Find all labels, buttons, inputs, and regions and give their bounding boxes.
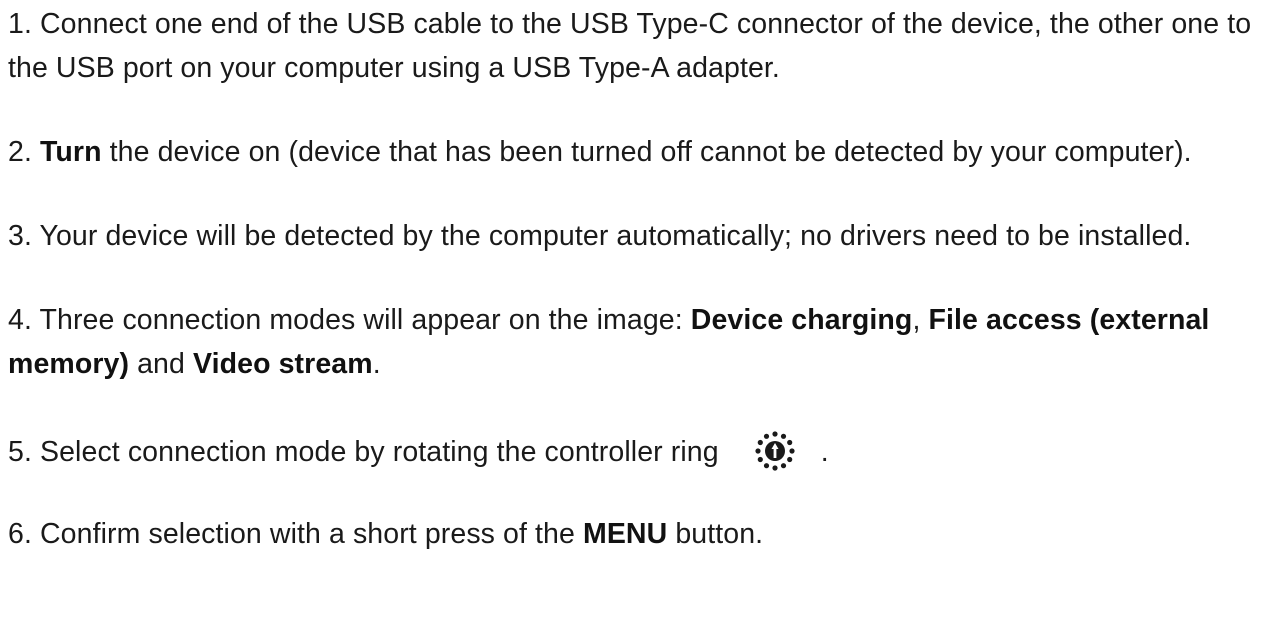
- step-number: 3.: [8, 220, 32, 252]
- separator: ,: [912, 304, 921, 336]
- step-text: Select connection mode by rotating the c…: [40, 436, 719, 468]
- step-text: Confirm selection with a short press of …: [40, 518, 575, 550]
- step-3: 3. Your device will be detected by the c…: [8, 214, 1283, 258]
- separator-and: and: [137, 348, 185, 380]
- step-5: 5. Select connection mode by rotating th…: [8, 430, 1283, 474]
- step-end: .: [820, 436, 829, 468]
- mode-video-stream: Video stream: [193, 348, 373, 380]
- step-bold-text: Turn: [40, 136, 102, 168]
- step-text: Three connection modes will appear on th…: [39, 304, 683, 336]
- step-text: Your device will be detected by the comp…: [39, 220, 1192, 252]
- controller-ring-icon: [747, 430, 803, 474]
- step-number: 4.: [8, 304, 32, 336]
- step-text: the device on (device that has been turn…: [109, 136, 1192, 168]
- step-text-after: button.: [675, 518, 764, 550]
- step-text: Connect one end of the USB cable to the …: [8, 8, 1252, 84]
- step-number: 5.: [8, 436, 32, 468]
- mode-device-charging: Device charging: [690, 304, 913, 336]
- step-number: 6.: [8, 518, 32, 550]
- step-number: 2.: [8, 136, 32, 168]
- instructions-document: 1. Connect one end of the USB cable to t…: [8, 2, 1283, 556]
- step-6: 6. Confirm selection with a short press …: [8, 512, 1283, 556]
- step-1: 1. Connect one end of the USB cable to t…: [8, 2, 1283, 90]
- step-4: 4. Three connection modes will appear on…: [8, 298, 1283, 386]
- step-number: 1.: [8, 8, 32, 40]
- step-2: 2. Turn the device on (device that has b…: [8, 130, 1283, 174]
- step-end: .: [372, 348, 381, 380]
- menu-button-label: MENU: [582, 518, 668, 550]
